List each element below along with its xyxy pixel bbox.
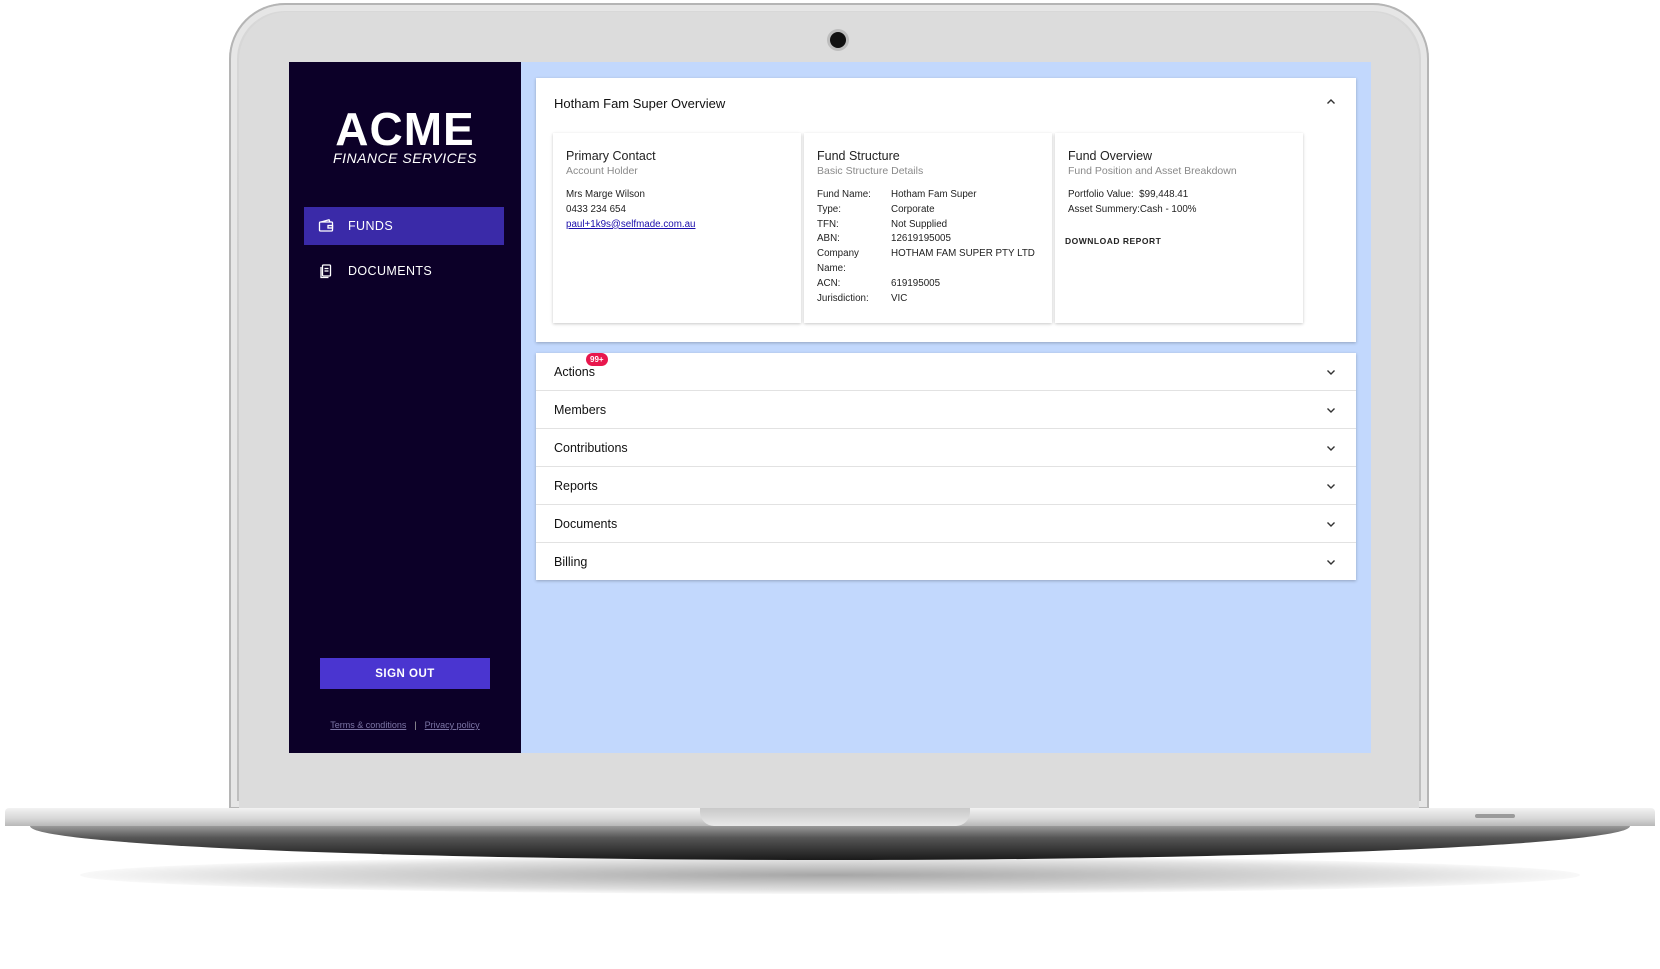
documents-icon: [318, 263, 334, 279]
structure-row: ABN: 12619195005: [817, 232, 1042, 247]
laptop-led: [1475, 814, 1515, 818]
card-subtitle: Fund Position and Asset Breakdown: [1068, 165, 1237, 177]
portfolio-value: $99,448.41: [1139, 189, 1189, 200]
laptop-shadow: [80, 856, 1580, 894]
sidebar: ACME FINANCE SERVICES FUNDS DOCUMENTS SI…: [289, 62, 521, 753]
card-subtitle: Account Holder: [566, 165, 638, 177]
structure-row: Fund Name: Hotham Fam Super: [817, 188, 1042, 203]
structure-key: ACN:: [817, 277, 841, 289]
webcam-icon: [830, 32, 846, 48]
structure-key: Company Name:: [817, 248, 859, 274]
sidebar-nav: FUNDS DOCUMENTS: [304, 207, 504, 297]
structure-value: VIC: [891, 292, 908, 304]
fund-overview-card: Fund Overview Fund Position and Asset Br…: [1055, 133, 1303, 323]
section-contributions[interactable]: Contributions: [536, 429, 1356, 467]
chevron-down-icon[interactable]: [1324, 403, 1338, 417]
logo-main-text: ACME: [335, 103, 475, 155]
structure-value: HOTHAM FAM SUPER PTY LTD: [891, 248, 1035, 260]
section-reports[interactable]: Reports: [536, 467, 1356, 505]
download-report-button[interactable]: DOWNLOAD REPORT: [1065, 236, 1161, 246]
structure-key: Jurisdiction:: [817, 292, 869, 304]
structure-value: 619195005: [891, 277, 941, 289]
structure-value: Not Supplied: [891, 218, 948, 230]
laptop-base-lip: [30, 826, 1630, 860]
structure-row: ACN: 619195005: [817, 277, 1042, 292]
structure-row: Company Name: HOTHAM FAM SUPER PTY LTD: [817, 247, 1042, 277]
card-body: Portfolio Value: $99,448.41 Asset Summer…: [1068, 188, 1293, 218]
fund-overview-panel: Hotham Fam Super Overview Primary Contac…: [536, 78, 1356, 342]
section-documents[interactable]: Documents: [536, 505, 1356, 543]
laptop-notch: [700, 808, 970, 826]
chevron-up-icon[interactable]: [1324, 95, 1338, 109]
structure-row: Type: Corporate: [817, 203, 1042, 218]
card-body: Fund Name: Hotham Fam Super Type: Corporat…: [817, 188, 1042, 306]
sign-out-button[interactable]: SIGN OUT: [320, 658, 490, 689]
chevron-down-icon[interactable]: [1324, 365, 1338, 379]
sidebar-item-label: DOCUMENTS: [348, 264, 433, 278]
wallet-icon: [318, 218, 334, 234]
structure-value: Corporate: [891, 203, 935, 215]
fund-sections-accordion: Actions 99+ Members Contributions Reports…: [536, 352, 1356, 580]
card-body: Mrs Marge Wilson 0433 234 654 paul+1k9s@…: [566, 188, 791, 232]
section-label: Billing: [554, 554, 588, 569]
chevron-down-icon[interactable]: [1324, 479, 1338, 493]
chevron-down-icon[interactable]: [1324, 555, 1338, 569]
card-title: Fund Structure: [817, 149, 900, 163]
section-actions[interactable]: Actions 99+: [536, 352, 1356, 391]
logo-sub-text: FINANCE SERVICES: [333, 150, 477, 166]
main-content: Hotham Fam Super Overview Primary Contac…: [521, 62, 1371, 753]
legal-separator: |: [414, 720, 417, 730]
structure-value: Hotham Fam Super: [891, 189, 977, 200]
card-title: Fund Overview: [1068, 149, 1153, 163]
contact-phone: 0433 234 654: [566, 203, 626, 215]
chevron-down-icon[interactable]: [1324, 517, 1338, 531]
overview-title: Hotham Fam Super Overview: [554, 96, 726, 111]
acme-logo: ACME FINANCE SERVICES: [289, 106, 521, 166]
structure-key: TFN:: [817, 218, 839, 230]
card-subtitle: Basic Structure Details: [817, 165, 924, 177]
section-label-text: Actions: [554, 364, 595, 379]
structure-row: Jurisdiction: VIC: [817, 292, 1042, 307]
primary-contact-card: Primary Contact Account Holder Mrs Marge…: [553, 133, 801, 323]
section-billing[interactable]: Billing: [536, 543, 1356, 580]
chevron-down-icon[interactable]: [1324, 441, 1338, 455]
legal-links: Terms & conditions | Privacy policy: [289, 720, 521, 730]
section-members[interactable]: Members: [536, 391, 1356, 429]
sidebar-item-label: FUNDS: [348, 219, 394, 233]
asset-summary: Asset Summery:Cash - 100%: [1068, 203, 1197, 215]
contact-email-link[interactable]: paul+1k9s@selfmade.com.au: [566, 219, 695, 230]
structure-key: Type:: [817, 203, 841, 215]
structure-row: TFN: Not Supplied: [817, 218, 1042, 233]
section-label: Reports: [554, 478, 598, 493]
portfolio-value-row: Portfolio Value: $99,448.41: [1068, 188, 1293, 203]
portfolio-value-label: Portfolio Value:: [1068, 189, 1134, 200]
section-label: Contributions: [554, 440, 628, 455]
structure-value: 12619195005: [891, 233, 951, 245]
card-title: Primary Contact: [566, 149, 656, 163]
notification-badge: 99+: [586, 352, 608, 366]
privacy-link[interactable]: Privacy policy: [425, 720, 480, 730]
sidebar-item-funds[interactable]: FUNDS: [304, 207, 504, 245]
contact-name: Mrs Marge Wilson: [566, 189, 645, 200]
sidebar-item-documents[interactable]: DOCUMENTS: [304, 252, 504, 290]
section-label: Documents: [554, 516, 618, 531]
structure-key: ABN:: [817, 233, 840, 245]
section-label: Members: [554, 402, 607, 417]
section-label: Actions 99+: [554, 352, 608, 379]
fund-structure-card: Fund Structure Basic Structure Details F…: [804, 133, 1052, 323]
terms-link[interactable]: Terms & conditions: [330, 720, 406, 730]
app-screen: ACME FINANCE SERVICES FUNDS DOCUMENTS SI…: [289, 62, 1371, 753]
structure-key: Fund Name:: [817, 189, 871, 200]
